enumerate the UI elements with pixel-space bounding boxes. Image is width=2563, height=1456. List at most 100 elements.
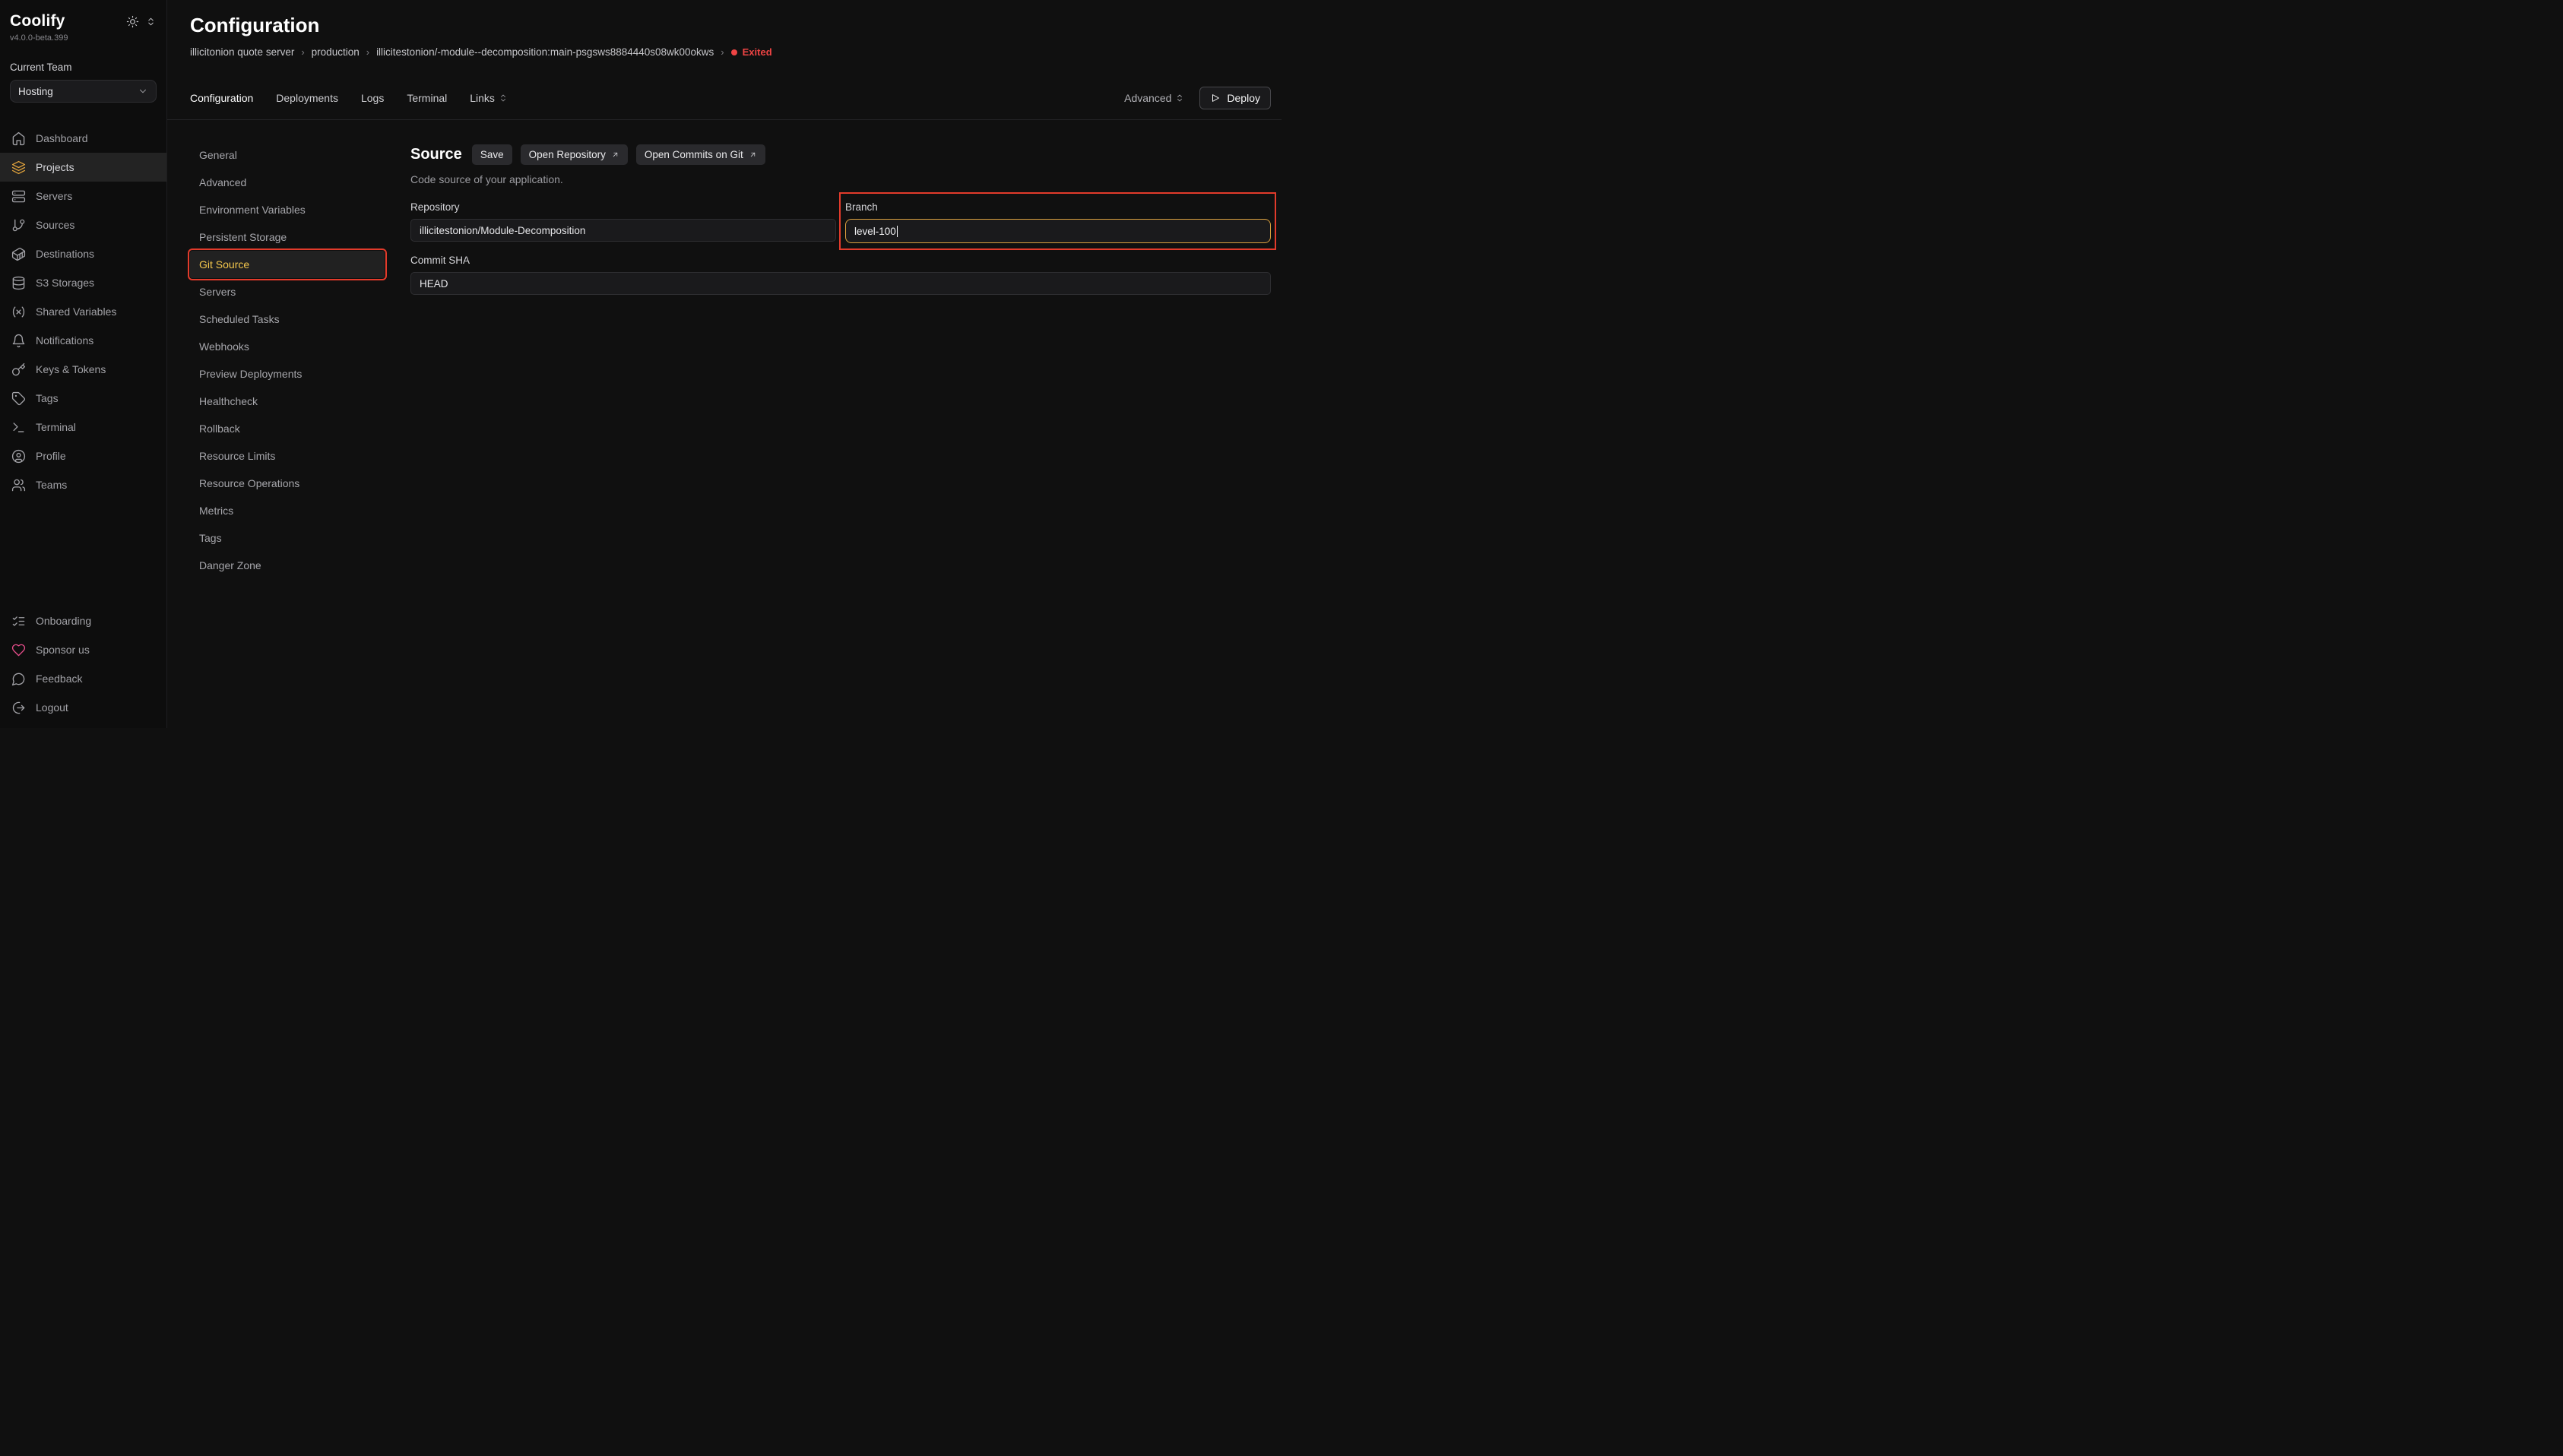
subnav-item-git-source[interactable]: Git Source (190, 251, 385, 278)
sidebar-bottom-nav: Onboarding Sponsor us Feedback Logout (0, 606, 166, 728)
sidebar-item-terminal[interactable]: Terminal (0, 413, 166, 442)
subnav-item-general[interactable]: General (190, 141, 385, 169)
commit-sha-label: Commit SHA (410, 255, 1271, 266)
chevron-right-icon: › (721, 46, 724, 58)
external-link-icon (749, 150, 757, 159)
team-select[interactable]: Hosting (10, 80, 157, 103)
sidebar-item-label: Logout (36, 701, 68, 714)
status-dot-icon (731, 49, 737, 55)
tab-deployments[interactable]: Deployments (276, 92, 338, 104)
repository-input[interactable] (410, 219, 836, 242)
tab-configuration[interactable]: Configuration (190, 92, 253, 104)
commit-sha-input[interactable] (410, 272, 1271, 295)
tab-logs[interactable]: Logs (361, 92, 384, 104)
variables-icon (11, 305, 26, 319)
config-subnav: General Advanced Environment Variables P… (190, 141, 385, 728)
sidebar-item-destinations[interactable]: Destinations (0, 239, 166, 268)
breadcrumb-resource[interactable]: illicitestonion/-module--decomposition:m… (376, 46, 714, 58)
branch-input-value: level-100 (854, 226, 896, 237)
database-icon (11, 276, 26, 290)
subnav-item-environment-variables[interactable]: Environment Variables (190, 196, 385, 223)
sidebar-item-label: Dashboard (36, 132, 88, 144)
sidebar-item-feedback[interactable]: Feedback (0, 664, 166, 693)
open-repository-label: Open Repository (529, 149, 606, 160)
commit-sha-field: Commit SHA (410, 255, 1271, 295)
external-link-icon (611, 150, 619, 159)
open-commits-button[interactable]: Open Commits on Git (636, 144, 765, 165)
tab-links[interactable]: Links (470, 92, 508, 104)
advanced-dropdown[interactable]: Advanced (1124, 92, 1184, 104)
sidebar-item-projects[interactable]: Projects (0, 153, 166, 182)
status-text: Exited (743, 46, 772, 58)
layers-icon (11, 160, 26, 175)
breadcrumb-project[interactable]: illicitonion quote server (190, 46, 294, 58)
tab-terminal[interactable]: Terminal (407, 92, 447, 104)
sidebar-item-teams[interactable]: Teams (0, 470, 166, 499)
logout-icon (11, 701, 26, 715)
sidebar-item-label: Onboarding (36, 615, 91, 627)
subnav-item-rollback[interactable]: Rollback (190, 415, 385, 442)
sidebar-item-label: Sponsor us (36, 644, 90, 656)
deploy-button[interactable]: Deploy (1199, 87, 1271, 109)
branch-input[interactable]: level-100 (845, 219, 1271, 243)
sidebar-item-sponsor-us[interactable]: Sponsor us (0, 635, 166, 664)
subnav-item-webhooks[interactable]: Webhooks (190, 333, 385, 360)
open-repository-button[interactable]: Open Repository (521, 144, 628, 165)
sidebar-item-label: Tags (36, 392, 59, 404)
theme-toggle-sun-icon[interactable] (126, 15, 139, 28)
subnav-item-servers[interactable]: Servers (190, 278, 385, 305)
sidebar-item-label: Teams (36, 479, 67, 491)
sidebar: Coolify v4.0.0-beta.399 Current Team Hos… (0, 0, 167, 728)
subnav-item-resource-limits[interactable]: Resource Limits (190, 442, 385, 470)
tab-links-label: Links (470, 92, 495, 104)
server-icon (11, 189, 26, 204)
sidebar-item-sources[interactable]: Sources (0, 210, 166, 239)
sidebar-item-label: S3 Storages (36, 277, 94, 289)
sidebar-item-tags[interactable]: Tags (0, 384, 166, 413)
deploy-label: Deploy (1227, 92, 1260, 104)
subnav-item-preview-deployments[interactable]: Preview Deployments (190, 360, 385, 388)
app-logo: Coolify (10, 12, 65, 30)
tag-icon (11, 391, 26, 406)
branch-field: Branch level-100 (845, 201, 1271, 243)
sidebar-item-s3-storages[interactable]: S3 Storages (0, 268, 166, 297)
sidebar-item-label: Feedback (36, 673, 82, 685)
main-content: Configuration illicitonion quote server … (167, 0, 1282, 728)
git-branch-icon (11, 218, 26, 233)
subnav-item-danger-zone[interactable]: Danger Zone (190, 552, 385, 579)
brand-section: Coolify v4.0.0-beta.399 (0, 0, 166, 43)
play-icon (1210, 93, 1221, 103)
chevrons-up-down-icon[interactable] (146, 17, 156, 27)
sidebar-item-onboarding[interactable]: Onboarding (0, 606, 166, 635)
sidebar-item-logout[interactable]: Logout (0, 693, 166, 722)
sidebar-item-dashboard[interactable]: Dashboard (0, 124, 166, 153)
sidebar-item-keys-tokens[interactable]: Keys & Tokens (0, 355, 166, 384)
subnav-item-metrics[interactable]: Metrics (190, 497, 385, 524)
sidebar-item-profile[interactable]: Profile (0, 442, 166, 470)
text-cursor (897, 226, 898, 237)
chevron-down-icon (138, 86, 148, 97)
subnav-item-scheduled-tasks[interactable]: Scheduled Tasks (190, 305, 385, 333)
sidebar-item-servers[interactable]: Servers (0, 182, 166, 210)
current-team-label: Current Team (10, 62, 157, 73)
chevrons-up-down-icon (499, 93, 508, 103)
subnav-item-tags[interactable]: Tags (190, 524, 385, 552)
sidebar-item-label: Keys & Tokens (36, 363, 106, 375)
breadcrumb-environment[interactable]: production (312, 46, 360, 58)
status-badge: Exited (731, 46, 772, 58)
save-button[interactable]: Save (472, 144, 512, 165)
breadcrumb: illicitonion quote server › production ›… (190, 46, 1271, 58)
sidebar-item-label: Servers (36, 190, 72, 202)
chevrons-up-down-icon (1175, 93, 1184, 103)
source-heading: Source (410, 146, 462, 163)
subnav-item-persistent-storage[interactable]: Persistent Storage (190, 223, 385, 251)
subnav-item-resource-operations[interactable]: Resource Operations (190, 470, 385, 497)
sidebar-item-notifications[interactable]: Notifications (0, 326, 166, 355)
team-select-value: Hosting (18, 86, 53, 97)
git-source-panel: Source Save Open Repository Open Commits… (410, 141, 1271, 728)
subnav-item-advanced[interactable]: Advanced (190, 169, 385, 196)
sidebar-item-label: Profile (36, 450, 66, 462)
subnav-item-healthcheck[interactable]: Healthcheck (190, 388, 385, 415)
sidebar-item-shared-variables[interactable]: Shared Variables (0, 297, 166, 326)
heart-icon (11, 643, 26, 657)
